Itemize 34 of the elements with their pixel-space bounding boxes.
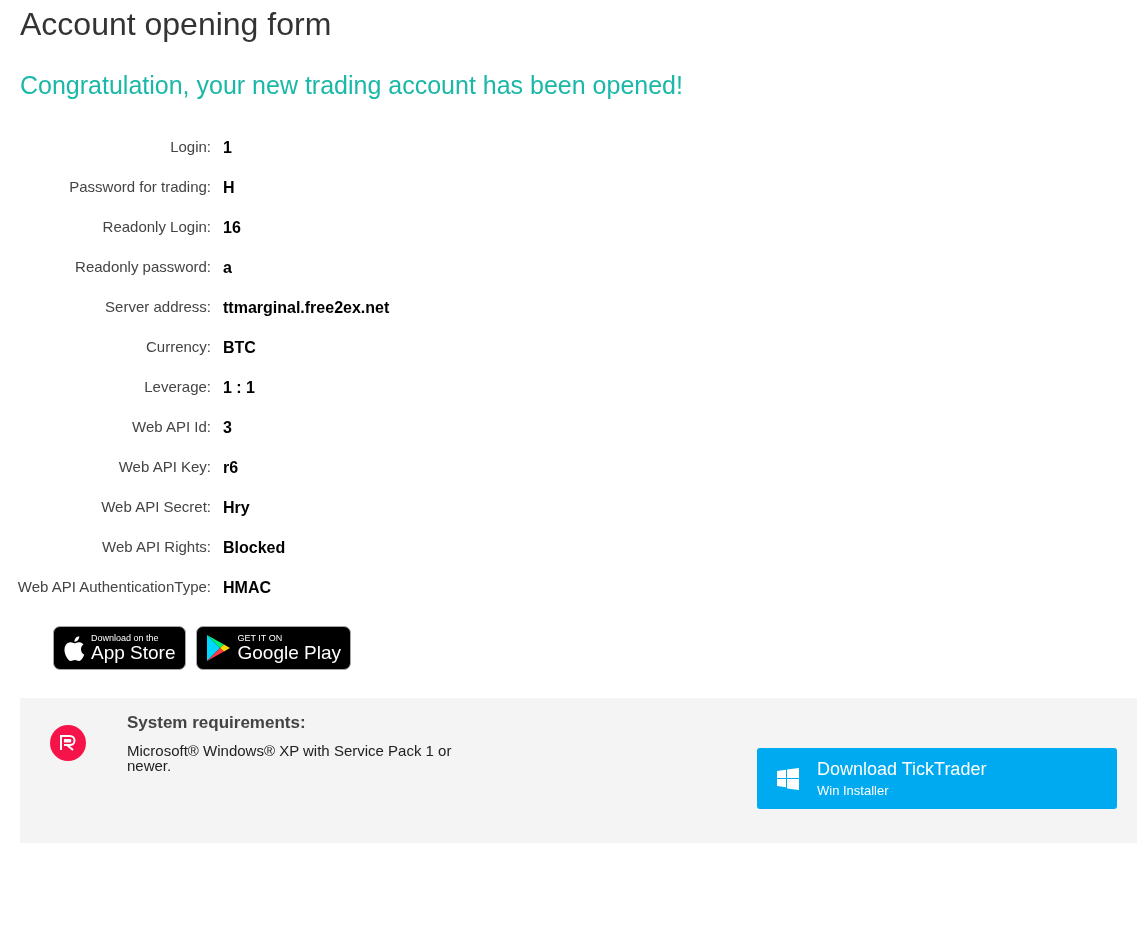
field-label: Web API Id:: [131, 418, 211, 436]
field-label: Leverage:: [143, 378, 211, 396]
store-badge[interactable]: Download on the App Store: [53, 626, 186, 670]
field-value: r6: [223, 458, 239, 478]
success-message: Congratulation, your new trading account has been opened!: [20, 70, 684, 100]
field-value: 1 : 1: [223, 378, 255, 398]
field-label: Password for trading:: [68, 178, 211, 196]
field-label: Login:: [169, 138, 211, 156]
field-value: Blocked: [223, 538, 286, 558]
field-value: 1: [223, 138, 232, 158]
field-value: a: [223, 258, 232, 278]
field-value: BTC: [223, 338, 256, 358]
field-label: Readonly Login:: [101, 218, 211, 236]
field-label: Readonly password:: [74, 258, 211, 276]
field-value: 16: [223, 218, 241, 238]
field-value: 3: [223, 418, 232, 438]
field-label: Web API Rights:: [101, 538, 211, 556]
field-value: ttmarginal.free2ex.net: [223, 298, 390, 318]
field-label: Currency:: [144, 338, 211, 356]
field-value: H: [223, 178, 235, 198]
field-label: Server address:: [104, 298, 211, 316]
page-title: Account opening form: [19, 5, 333, 44]
requirements-heading: System requirements:: [127, 713, 307, 733]
apple-icon: [63, 635, 85, 661]
play-triangle-icon: [205, 634, 232, 662]
field-label: Web API Secret:: [100, 498, 211, 516]
logo-icon: [50, 725, 86, 761]
windows-icon: [777, 767, 799, 790]
requirements-text: Microsoft® Windows® XP with Service Pack 1 or newer.: [127, 743, 453, 773]
field-value: HMAC: [223, 578, 271, 598]
field-label: Web API Key:: [117, 458, 211, 476]
field-label: Web API AuthenticationType:: [16, 578, 211, 596]
field-value: Hry: [223, 498, 250, 518]
store-badge[interactable]: GET IT ON Google Play: [195, 626, 351, 670]
